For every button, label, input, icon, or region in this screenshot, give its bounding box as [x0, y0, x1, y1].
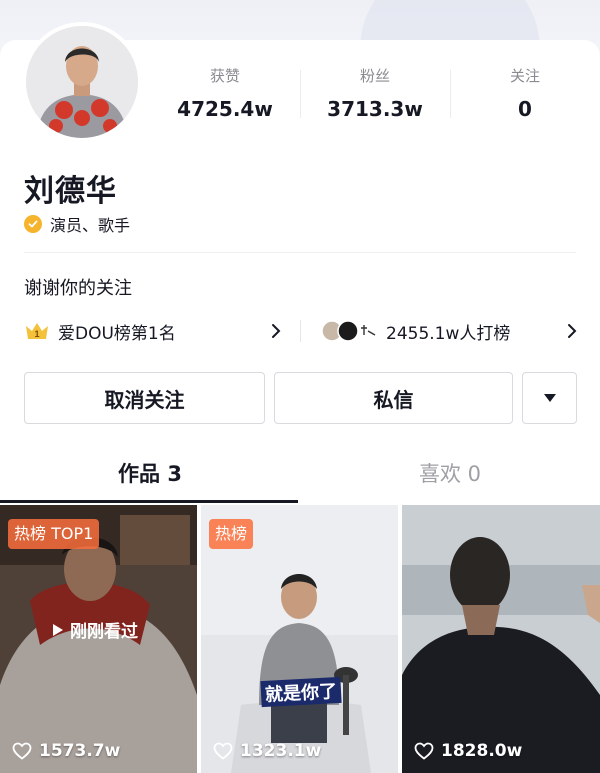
verification-text: 演员、歌手: [50, 216, 131, 235]
avatar-image: [26, 26, 138, 138]
stat-label: 关注: [509, 67, 540, 85]
stat-value: 0: [518, 97, 532, 121]
message-button[interactable]: 私信: [274, 372, 513, 424]
rank-text: 2455.1w人打榜: [386, 323, 511, 344]
rank-text: 爱DOU榜第1名: [58, 323, 176, 344]
more-dropdown-button[interactable]: [522, 372, 577, 424]
like-count-text: 1323.1w: [240, 741, 322, 761]
heart-icon: [414, 742, 434, 760]
video-caption: 就是你了: [260, 676, 342, 708]
recently-watched-text: 刚刚看过: [70, 622, 138, 642]
active-tab-indicator: [0, 500, 298, 503]
stat-label: 获赞: [209, 67, 240, 85]
profile-bio: 谢谢你的关注: [24, 278, 132, 299]
divider: [24, 252, 576, 253]
stat-label: 粉丝: [359, 67, 390, 85]
caret-down-icon: [543, 394, 556, 402]
video-like-count: 1323.1w: [213, 741, 321, 761]
video-like-count: 1573.7w: [12, 741, 120, 761]
video-like-count: 1828.0w: [414, 741, 522, 761]
stat-following[interactable]: 关注 0: [450, 64, 600, 124]
heart-icon: [12, 742, 32, 760]
video-tile[interactable]: 热榜 就是你了 1323.1w: [201, 505, 398, 773]
chevron-right-icon: [568, 324, 577, 338]
crown-rank-icon: 1: [26, 323, 48, 339]
stat-value: 3713.3w: [327, 97, 423, 121]
rank-divider: [300, 320, 301, 342]
video-thumbnail: [402, 505, 600, 773]
profile-name: 刘德华: [24, 174, 117, 209]
unfollow-button[interactable]: 取消关注: [24, 372, 265, 424]
hot-badge: 热榜: [209, 519, 254, 549]
tab-works[interactable]: 作品 3: [0, 458, 300, 488]
stat-value: 4725.4w: [177, 97, 273, 121]
rank-entry-supporters[interactable]: 2455.1w人打榜: [320, 316, 582, 346]
heart-icon: [213, 742, 233, 760]
video-tile[interactable]: 1828.0w: [402, 505, 600, 773]
stats-bar: 获赞 4725.4w 粉丝 3713.3w 关注 0: [150, 64, 600, 134]
rank-entry-love-dou[interactable]: 1 爱DOU榜第1名: [24, 316, 286, 346]
like-count-text: 1828.0w: [441, 741, 523, 761]
hot-top-badge: 热榜 TOP1: [8, 519, 100, 549]
play-icon: [53, 623, 63, 636]
supporter-avatars-icon: [321, 320, 376, 342]
recently-watched-overlay: 刚刚看过: [52, 617, 138, 642]
verified-check-icon: [24, 215, 42, 233]
verification-row: 演员、歌手: [24, 212, 130, 236]
stat-followers[interactable]: 粉丝 3713.3w: [300, 64, 450, 124]
stat-likes-received[interactable]: 获赞 4725.4w: [150, 64, 300, 124]
avatar[interactable]: [22, 22, 142, 142]
video-tile[interactable]: 热榜 TOP1 刚刚看过 1573.7w: [0, 505, 197, 773]
tab-likes[interactable]: 喜欢 0: [300, 458, 600, 488]
crown-rank-number: 1: [34, 329, 39, 339]
chevron-right-icon: [272, 324, 281, 338]
like-count-text: 1573.7w: [39, 741, 121, 761]
